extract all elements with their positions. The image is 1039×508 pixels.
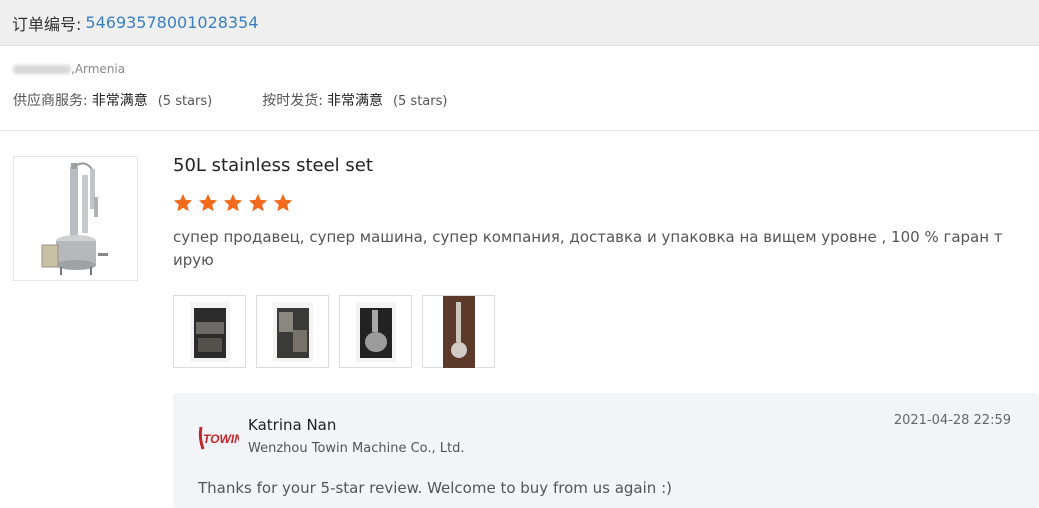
rating-value: 非常满意: [91, 93, 148, 109]
review-photo-3[interactable]: [339, 295, 412, 368]
review-text: супер продавец, супер машина, супер комп…: [173, 228, 1003, 269]
star-icon: [173, 193, 193, 212]
star-icon: [273, 193, 293, 212]
rating-stars-text: (5 stars): [157, 94, 213, 109]
reply-date: 2021-04-28 22:59: [893, 413, 1011, 428]
order-number-link[interactable]: 54693578001028354: [85, 13, 258, 32]
buyer-location: ,Armenia: [71, 62, 126, 76]
order-header: 订单编号: 54693578001028354: [0, 0, 1039, 46]
photo-thumbnail: [189, 301, 230, 362]
product-title[interactable]: 50L stainless steel set: [173, 155, 373, 176]
rating-on-time-delivery: 按时发货: 非常满意 (5 stars): [262, 90, 447, 110]
buyer-info: ,Armenia: [13, 62, 125, 76]
supplier-ratings: 供应商服务: 非常满意 (5 stars) 按时发货: 非常满意 (5 star…: [13, 90, 497, 110]
review-photos: [173, 295, 495, 368]
review-photo-4[interactable]: [422, 295, 495, 368]
photo-thumbnail: [355, 301, 396, 362]
rating-value: 非常满意: [326, 93, 383, 109]
seller-logo: TOWIN: [198, 426, 239, 450]
seller-reply: TOWIN Katrina Nan Wenzhou Towin Machine …: [173, 393, 1039, 508]
order-number-label: 订单编号:: [12, 14, 82, 34]
product-image[interactable]: [13, 156, 138, 281]
photo-thumbnail: [442, 295, 475, 368]
seller-company[interactable]: Wenzhou Towin Machine Co., Ltd.: [248, 441, 465, 456]
seller-name: Katrina Nan: [248, 416, 337, 434]
reply-text: Thanks for your 5-star review. Welcome t…: [198, 479, 672, 497]
rating-supplier-service: 供应商服务: 非常满意 (5 stars): [13, 90, 212, 110]
rating-stars-text: (5 stars): [392, 94, 448, 109]
section-divider: [0, 130, 1039, 131]
rating-label: 供应商服务:: [13, 93, 88, 109]
rating-label: 按时发货:: [262, 93, 323, 109]
distiller-illustration: [14, 157, 137, 280]
photo-thumbnail: [272, 301, 313, 362]
buyer-name-redacted: [13, 64, 71, 74]
review-photo-1[interactable]: [173, 295, 246, 368]
star-icon: [198, 193, 218, 212]
star-icon: [248, 193, 268, 212]
seller-logo-text: TOWIN: [203, 432, 239, 446]
product-star-rating: [172, 192, 294, 214]
review-photo-2[interactable]: [256, 295, 329, 368]
star-icon: [223, 193, 243, 212]
